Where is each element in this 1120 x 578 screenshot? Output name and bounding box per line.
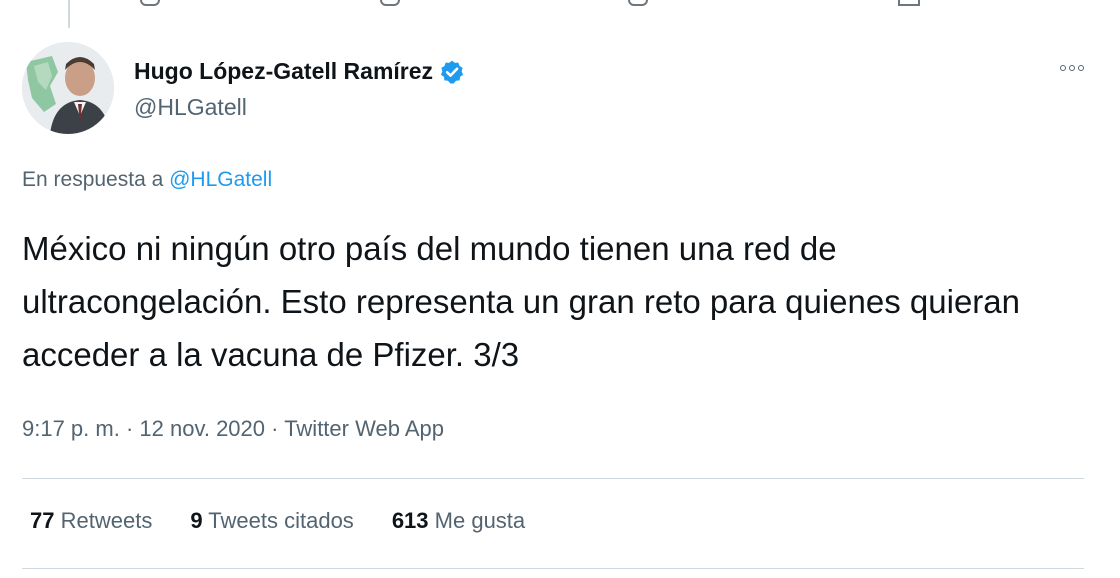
thread-connector-line	[68, 0, 70, 28]
like-action-icon[interactable]	[628, 0, 648, 6]
author-display-name[interactable]: Hugo López-Gatell Ramírez	[134, 58, 433, 85]
meta-separator: ·	[271, 416, 279, 441]
more-dot	[1060, 65, 1066, 71]
reply-context: En respuesta a @HLGatell	[22, 168, 272, 192]
stats-bottom-divider	[22, 568, 1084, 569]
avatar[interactable]	[22, 42, 114, 134]
tweet-source-link[interactable]: Twitter Web App	[284, 416, 444, 441]
author-name-row: Hugo López-Gatell Ramírez	[134, 58, 465, 85]
quotes-count: 9	[190, 508, 203, 533]
stats-top-divider	[22, 478, 1084, 479]
quotes-label: Tweets citados	[208, 508, 354, 533]
reply-action-icon[interactable]	[140, 0, 160, 6]
share-action-icon[interactable]	[898, 0, 920, 6]
retweets-count: 77	[30, 508, 55, 533]
tweet-body: México ni ningún otro país del mundo tie…	[22, 230, 1020, 373]
tweet-header: Hugo López-Gatell Ramírez @HLGatell	[22, 42, 1098, 138]
likes-label: Me gusta	[434, 508, 526, 533]
more-dot	[1078, 65, 1084, 71]
tweet-date: 12 nov. 2020	[139, 416, 266, 441]
more-dot	[1069, 65, 1075, 71]
reply-prefix: En respuesta a	[22, 168, 164, 191]
tweet-meta: 9:17 p. m. · 12 nov. 2020 · Twitter Web …	[22, 416, 444, 442]
tweet-time: 9:17 p. m.	[22, 416, 120, 441]
quotes-stat[interactable]: 9 Tweets citados	[190, 508, 353, 534]
retweet-action-icon[interactable]	[380, 0, 400, 6]
retweets-stat[interactable]: 77 Retweets	[30, 508, 152, 534]
likes-stat[interactable]: 613 Me gusta	[392, 508, 525, 534]
verified-badge-icon	[440, 60, 464, 83]
reply-mention-link[interactable]: @HLGatell	[169, 168, 272, 191]
meta-separator: ·	[125, 416, 134, 441]
author-handle[interactable]: @HLGatell	[134, 94, 247, 121]
more-options-icon[interactable]	[1054, 56, 1090, 80]
retweets-label: Retweets	[60, 508, 153, 533]
tweet-stats: 77 Retweets 9 Tweets citados 613 Me gust…	[30, 508, 525, 534]
tweet-time-link[interactable]: 9:17 p. m. · 12 nov. 2020	[22, 416, 265, 441]
avatar-image	[22, 42, 114, 134]
likes-count: 613	[391, 508, 429, 533]
